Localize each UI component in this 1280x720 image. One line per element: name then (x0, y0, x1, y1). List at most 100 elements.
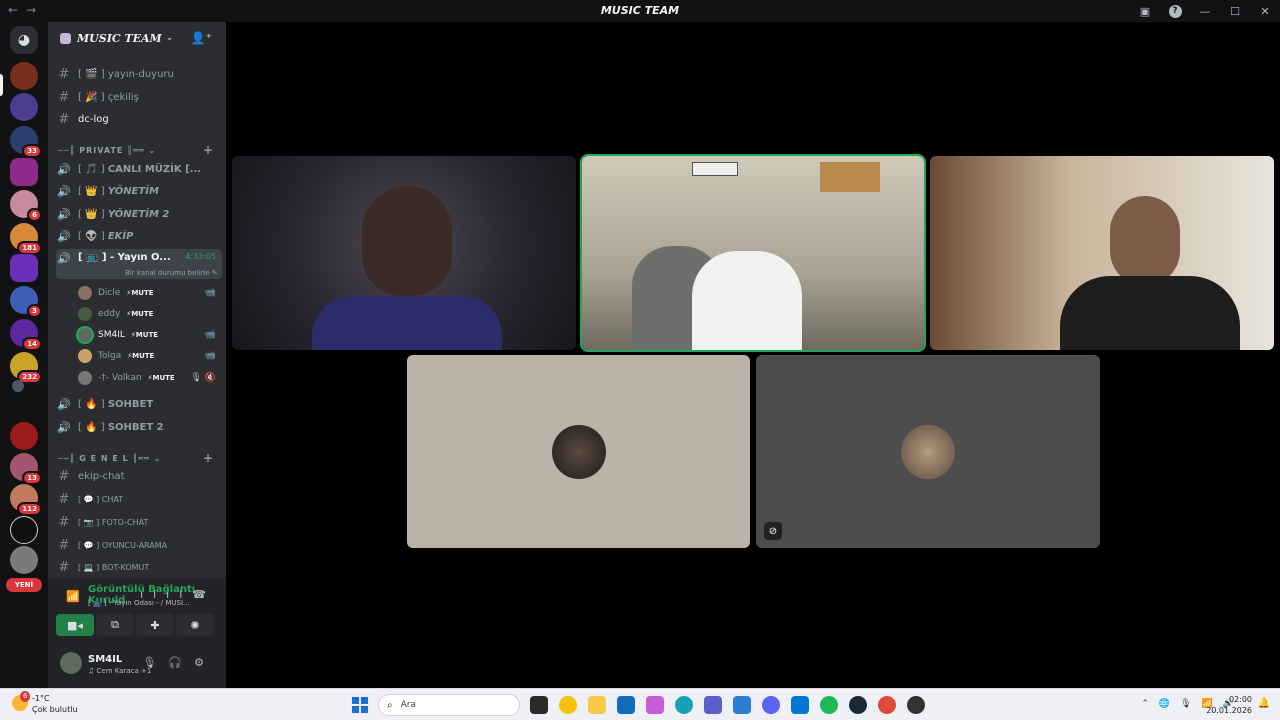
text-channel[interactable]: # dc-log (56, 109, 222, 130)
server-icon[interactable]: 33 (10, 126, 42, 158)
channel-status-prompt[interactable]: Bir kanal durumu belirle ✎ (125, 269, 218, 277)
category-private[interactable]: ──║ PRIVATE ║══ ⌄ + (58, 142, 218, 158)
text-channel[interactable]: # [ 🎉 ] çekiliş (56, 87, 222, 108)
camera-toggle-button[interactable]: ■◂ (56, 614, 94, 636)
microphone-icon[interactable]: 🎙 (142, 656, 168, 669)
weather-widget[interactable]: 6 -1°C Çok bulutlu (12, 691, 78, 715)
video-tile-tolga[interactable] (930, 156, 1274, 350)
voice-user[interactable]: eddy ⚡MUTE (78, 304, 220, 324)
active-server-pill (0, 74, 3, 96)
remote-desktop-icon[interactable] (791, 696, 809, 714)
video-tile-sm4il[interactable] (580, 154, 926, 352)
add-channel-icon[interactable]: + (203, 451, 214, 465)
taskbar-search[interactable]: ⌕ Ara (378, 694, 520, 716)
channel-name: SOHBET 2 (107, 422, 164, 433)
user-name[interactable]: SM4IL (88, 654, 122, 665)
server-folder-icon[interactable] (12, 380, 24, 392)
hash-icon: # (58, 67, 70, 82)
category-genel[interactable]: ──║ G E N E L ║══ ⌄ + (58, 450, 218, 466)
server-icon[interactable]: 232 (10, 352, 42, 384)
headphones-icon[interactable]: 🎧 (168, 656, 194, 669)
channel-prefix: [ 💻 ] (78, 563, 100, 572)
microphone-icon[interactable]: 🎙 (1180, 699, 1201, 709)
network-icon[interactable]: 🌐 (1159, 699, 1180, 709)
task-view-icon[interactable] (530, 696, 548, 714)
store-icon[interactable] (617, 696, 635, 714)
avatar-tile-volkan[interactable] (407, 355, 750, 548)
direct-messages-button[interactable]: ◕ (10, 26, 38, 54)
edge-icon[interactable] (675, 696, 693, 714)
text-channel[interactable]: # [ 🎬 ] yayın-duyuru (56, 64, 222, 85)
avatar[interactable] (60, 652, 82, 674)
gear-icon[interactable]: ⚙ (194, 656, 216, 669)
voice-user[interactable]: Dicle ⚡MUTE 📹 (78, 283, 220, 303)
voice-channel[interactable]: 🔊 [ 👑 ] YÖNETİM 2 (56, 204, 222, 225)
copilot-icon[interactable] (646, 696, 664, 714)
inbox-icon[interactable]: ▣ (1130, 0, 1160, 22)
text-channel[interactable]: # [ 📷 ] FOTO-CHAT (56, 512, 222, 533)
voice-user[interactable]: SM4IL ⚡MUTE 📹 (78, 325, 220, 345)
channel-name: dc-log (78, 114, 109, 125)
channel-name: OYUNCU-ARAMA (101, 541, 168, 550)
avatar-tile-eddy[interactable]: ⊘ (756, 355, 1100, 548)
server-icon[interactable]: 181 (10, 223, 42, 255)
channel-sidebar: MUSIC TEAM ⌄ 👤⁺ # [ 🎬 ] yayın-duyuru # [… (48, 22, 226, 688)
voice-channel[interactable]: 🔊 [ 🔥 ] SOHBET 2 (56, 417, 222, 438)
server-icon-music-team[interactable] (10, 62, 38, 90)
server-icon[interactable] (10, 93, 38, 121)
voice-channel[interactable]: 🔊 [ 🔥 ] SOHBET (56, 394, 222, 415)
guild-header[interactable]: MUSIC TEAM ⌄ 👤⁺ (48, 22, 226, 54)
steam-icon[interactable] (849, 696, 867, 714)
screen-share-button[interactable]: ⧉ (96, 614, 134, 636)
text-channel[interactable]: # ekip-chat (56, 466, 222, 487)
maximize-button[interactable]: ☐ (1220, 0, 1250, 22)
file-explorer-icon[interactable] (588, 696, 606, 714)
server-icon[interactable] (10, 422, 38, 450)
signal-strength-icon[interactable]: 📶 (66, 590, 80, 603)
system-clock[interactable]: 02:00 20.01.2026 (1206, 694, 1252, 716)
disconnect-icon[interactable]: ☎ (192, 588, 216, 601)
chrome-icon[interactable] (559, 696, 577, 714)
chrome-profile-icon[interactable] (878, 696, 896, 714)
voice-channel[interactable]: 🔊 [ 👑 ] YÖNETİM (56, 181, 222, 202)
voice-user[interactable]: Tolga ⚡MUTE 📹 (78, 346, 220, 366)
invite-people-icon[interactable]: 👤⁺ (191, 31, 212, 45)
text-channel[interactable]: # [ 💬 ] CHAT (56, 489, 222, 510)
spotify-icon[interactable] (820, 696, 838, 714)
app-icon[interactable] (733, 696, 751, 714)
close-button[interactable]: ✕ (1250, 0, 1280, 22)
mention-badge: 33 (22, 144, 42, 158)
notification-bell-icon[interactable]: 🔔 (1258, 698, 1270, 709)
text-channel[interactable]: # [ 💬 ] OYUNCU-ARAMA (56, 535, 222, 556)
speaker-icon: 🔊 (57, 230, 71, 243)
activities-button[interactable]: ✚ (136, 614, 174, 636)
start-button[interactable] (352, 697, 368, 713)
voice-channel[interactable]: 🔊 [ 🎵 ] CANLI MÜZİK [... (56, 159, 222, 180)
teams-icon[interactable] (704, 696, 722, 714)
server-icon[interactable] (10, 546, 38, 574)
chevron-up-icon[interactable]: ⌃ (1141, 699, 1159, 709)
minimize-button[interactable]: — (1190, 0, 1220, 22)
app-icon[interactable] (907, 696, 925, 714)
noise-suppression-icon[interactable]: ılıl (140, 588, 192, 601)
new-unreads-pill[interactable]: YENİ (6, 578, 42, 592)
server-icon[interactable]: 13 (10, 453, 42, 485)
voice-channel[interactable]: 🔊 [ 👽 ] EKİP (56, 226, 222, 247)
server-icon[interactable] (10, 254, 38, 282)
channel-name: ekip-chat (78, 471, 125, 482)
server-icon[interactable] (10, 516, 38, 544)
video-tile-dicle[interactable] (232, 156, 576, 350)
server-icon[interactable] (10, 158, 38, 186)
channel-prefix: [ 🎉 ] (78, 92, 105, 103)
server-icon[interactable]: 3 (10, 286, 42, 318)
server-icon[interactable]: 112 (10, 484, 42, 516)
add-channel-icon[interactable]: + (203, 143, 214, 157)
discord-icon[interactable] (762, 696, 780, 714)
user-name: Tolga (98, 351, 122, 361)
server-icon[interactable]: 6 (10, 190, 42, 222)
voice-user[interactable]: -†- Volkan ⚡MUTE 🎙 🔇 (78, 368, 220, 388)
server-icon[interactable]: 14 (10, 319, 42, 351)
text-channel[interactable]: # [ 💻 ] BOT-KOMUT (56, 557, 222, 578)
soundboard-button[interactable]: ✺ (176, 614, 214, 636)
help-button[interactable]: ? (1160, 0, 1190, 22)
